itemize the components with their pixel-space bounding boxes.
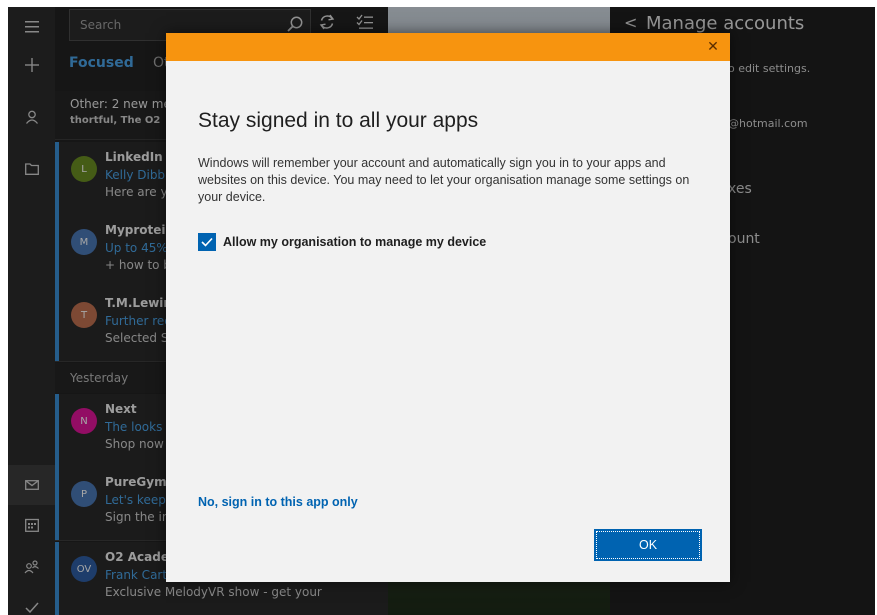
dialog-body-text: Windows will remember your account and a…	[198, 156, 690, 204]
close-button[interactable]: ✕	[702, 36, 724, 58]
checkmark-icon	[201, 237, 213, 247]
ok-button[interactable]: OK	[594, 529, 702, 561]
sign-in-this-app-only-link[interactable]: No, sign in to this app only	[198, 495, 358, 509]
dialog-heading: Stay signed in to all your apps	[198, 109, 479, 132]
manage-device-checkbox[interactable]	[198, 233, 216, 251]
mail-app-window: Focused Ot Other: 2 new me thortful, The…	[8, 7, 875, 615]
manage-device-checkbox-label[interactable]: Allow my organisation to manage my devic…	[223, 235, 486, 249]
stay-signed-in-dialog: ✕ Stay signed in to all your apps Window…	[166, 33, 730, 582]
dialog-titlebar: ✕	[166, 33, 730, 61]
